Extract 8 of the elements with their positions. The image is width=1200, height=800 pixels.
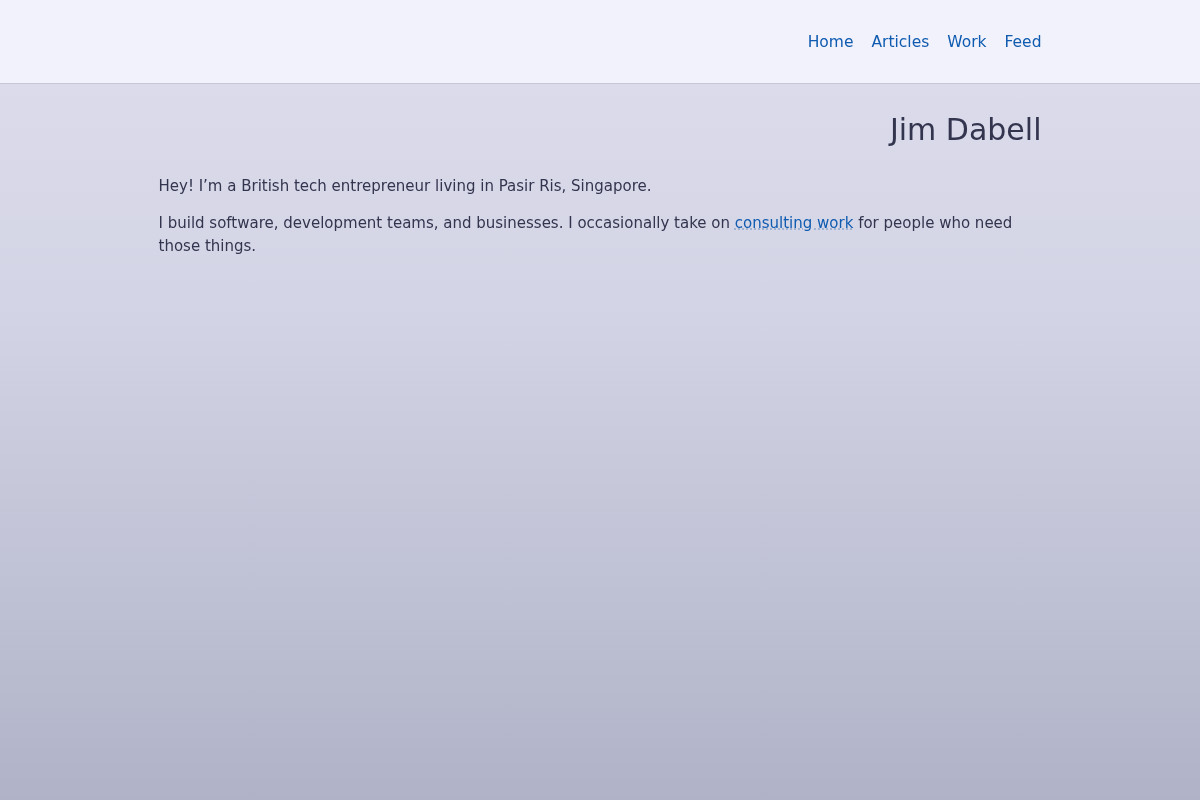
intro-paragraph: Hey! I’m a British tech entrepreneur living in Pasir Ris, Singapore.: [158, 176, 653, 197]
intro-paragraph: I build software, development teams, and businesses. I occasionally take on consulting work for people who need those things.: [158, 213, 1014, 257]
page-title: Jim Dabell: [887, 111, 1042, 149]
nav-link[interactable]: Articles: [871, 30, 930, 53]
nav-link[interactable]: Feed: [1004, 30, 1042, 53]
inline-link[interactable]: consulting work: [734, 214, 854, 232]
nav-link[interactable]: Home: [807, 30, 854, 53]
nav-link[interactable]: Work: [947, 30, 987, 53]
